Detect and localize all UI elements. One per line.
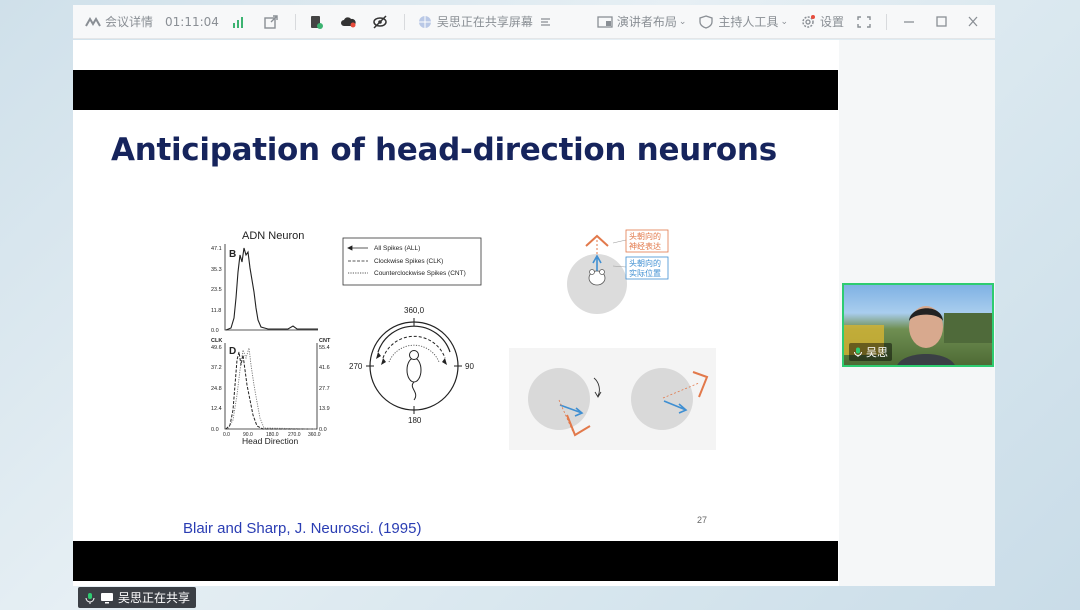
fullscreen-icon[interactable] [856,15,876,29]
b-tick-0: 47.1 [211,246,222,252]
panel-b-axes [224,244,318,331]
annotation-actual-line1: 头朝向的 [629,258,661,268]
annotation-neural-line2: 神经表达 [629,241,661,251]
d-left-tick-3: 12.4 [211,406,222,412]
compass-right-label: 90 [465,362,474,371]
panel-d-axes [224,343,318,430]
settings-button[interactable]: 设置 [800,13,844,30]
toolbar-divider [403,13,405,30]
mic-icon [85,592,95,604]
d-left-tick-4: 0.0 [211,427,219,433]
settings-label: 设置 [819,15,844,29]
meeting-details-button[interactable]: 会议详情 [85,13,153,30]
cloud-record-icon[interactable] [340,15,360,29]
panel-d-curve-cnt [227,347,318,430]
slide-page-number: 27 [697,515,708,525]
panel-d-left-ticks: 49.6 37.2 24.8 12.4 0.0 [211,345,222,433]
compass-top-label: 360,0 [404,306,425,315]
toolbar-divider [294,13,296,30]
x-tick-4: 360.0 [308,432,321,438]
host-tools-button[interactable]: 主持人工具 ⌄ [698,13,788,30]
x-axis-label: Head Direction [242,436,298,446]
meeting-toolbar: 会议详情 01:11:04 吴思正在共享屏幕 演讲者布局 ⌄ 主持人工具 ⌄ 设… [73,5,995,39]
screen-share-icon [101,592,113,603]
x-tick-0: 0.0 [223,432,230,438]
sharing-indicator-label: 吴思正在共享 [118,591,191,605]
panel-d-right-ticks: 55.4 41.6 27.7 13.9 0.0 [319,345,330,433]
cnt-label: CNT [319,338,331,344]
compass-left-label: 270 [349,362,363,371]
meeting-logo-icon [85,16,101,26]
shared-screen: Anticipation of head-direction neurons A… [73,40,839,586]
hide-view-icon[interactable] [372,14,392,29]
annotation-neural-line1: 头朝向的 [629,231,661,241]
d-right-tick-3: 13.9 [319,406,330,412]
chevron-down-icon: ⌄ [780,16,788,27]
annotation-actual-line2: 实际位置 [629,268,661,278]
d-right-tick-0: 55.4 [319,345,330,351]
b-tick-3: 11.8 [211,308,221,314]
shield-icon [699,14,714,29]
sharing-indicator[interactable]: 吴思正在共享 [78,587,197,608]
panel-b-ticks: 47.1 35.3 23.5 11.8 0.0 [211,246,222,334]
speaker-layout-label: 演讲者布局 [616,15,677,29]
globe-icon [418,15,431,28]
toolbar-divider [886,13,887,30]
slide-figure: ADN Neuron B 47.1 35.3 23.5 11.8 0.0 CLK… [211,229,716,450]
sharing-status-label: 吴思正在共享屏幕 [436,15,533,29]
signal-icon [231,15,251,29]
panel-label-d: D [229,346,236,357]
chevron-down-icon: ⌄ [678,16,687,27]
d-left-tick-1: 37.2 [211,365,222,371]
legend-entry-all: All Spikes (ALL) [374,245,420,252]
signal-lines-icon [540,17,550,26]
popout-icon[interactable] [263,14,283,29]
maximize-icon[interactable] [933,15,953,29]
gear-icon [802,14,815,28]
head-circle-left [528,368,590,430]
panel-d-curve-clk [225,351,317,430]
minimize-icon[interactable] [901,15,921,29]
layout-icon [597,15,613,28]
d-right-tick-1: 41.6 [319,365,330,371]
b-tick-4: 0.0 [211,328,219,334]
host-tools-label: 主持人工具 [718,15,779,29]
video-participant-name: 吴思 [866,346,888,359]
legend-entry-clk: Clockwise Spikes (CLK) [374,258,443,265]
clk-label: CLK [211,338,222,344]
b-tick-2: 23.5 [211,287,222,293]
head-circle-right [631,368,693,430]
legend-entry-cnt: Counterclockwise Spikes (CNT) [374,270,466,277]
mouse-sketch [588,269,606,286]
d-left-tick-2: 24.8 [211,386,222,392]
mic-icon [854,347,862,357]
letterbox-bottom [73,541,838,581]
sharing-status[interactable]: 吴思正在共享屏幕 [417,13,558,30]
panel-title: ADN Neuron [242,230,304,242]
slide-citation: Blair and Sharp, J. Neurosci. (1995) [183,520,422,537]
panel-b-curve [225,247,318,331]
elapsed-time: 01:11:04 [165,14,219,29]
d-right-tick-2: 27.7 [319,386,330,392]
video-name-tag: 吴思 [849,343,892,361]
panel-label-b: B [229,249,236,260]
document-icon[interactable] [308,15,328,29]
speaker-video-tile[interactable]: 吴思 [842,283,994,367]
close-icon[interactable] [965,15,985,29]
b-tick-1: 35.3 [211,267,222,273]
speaker-layout-button[interactable]: 演讲者布局 ⌄ [597,13,687,30]
rat-sketch [406,350,422,401]
meeting-details-label: 会议详情 [105,15,154,29]
d-left-tick-0: 49.6 [211,345,222,351]
compass-bottom-label: 180 [408,416,422,425]
